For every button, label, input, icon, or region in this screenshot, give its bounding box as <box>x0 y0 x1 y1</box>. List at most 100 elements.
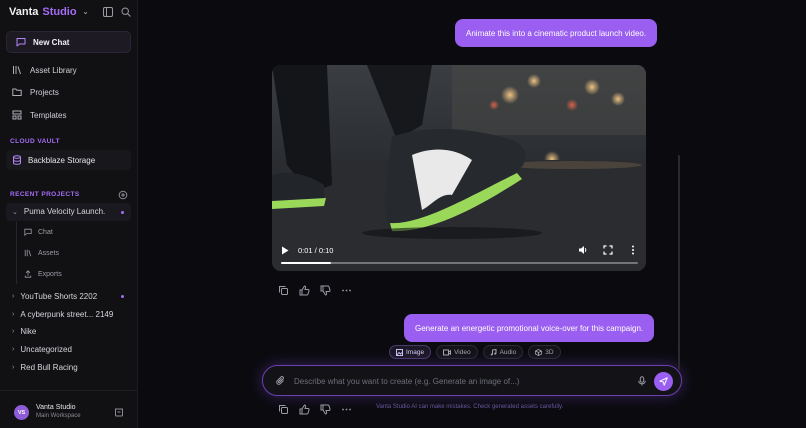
chevron-right-icon: › <box>12 311 15 318</box>
sub-item-label: Assets <box>38 249 60 257</box>
chip-image[interactable]: Image <box>389 345 432 359</box>
project-item[interactable]: › YouTube Shorts 2202 <box>12 292 97 301</box>
disclaimer-text: Vanta Studio AI can make mistakes. Check… <box>376 404 564 410</box>
library-icon <box>13 66 21 75</box>
brand-switcher[interactable]: Vanta Studio ⌄ <box>9 6 88 18</box>
fullscreen-icon[interactable] <box>603 245 613 255</box>
project-item[interactable]: › Uncategorized <box>12 345 72 354</box>
video-controls: 0:01 / 0:10 <box>280 243 638 265</box>
user-message-bubble: Generate an energetic promotional voice-… <box>404 314 655 342</box>
sub-item-label: Chat <box>38 228 53 236</box>
mode-chips: Image Video Audio 3D <box>389 345 561 359</box>
new-chat-label: New Chat <box>33 37 70 47</box>
chip-label: 3D <box>545 348 554 356</box>
message-text: Animate this into a cinematic product la… <box>466 28 647 38</box>
project-item[interactable]: › Nike <box>12 327 36 336</box>
recent-projects-heading: RECENT PROJECTS <box>10 191 80 198</box>
project-item[interactable]: › A cyberpunk street... 2149 <box>12 310 113 319</box>
send-button[interactable] <box>654 372 673 391</box>
prompt-input[interactable] <box>294 374 624 388</box>
vault-item-backblaze[interactable]: Backblaze Storage <box>6 150 131 170</box>
project-label: A cyberpunk street... 2149 <box>20 310 114 319</box>
chevron-down-icon: ⌄ <box>12 208 18 216</box>
thumbs-down-icon[interactable] <box>320 404 331 415</box>
project-label: Uncategorized <box>20 345 72 354</box>
vault-item-label: Backblaze Storage <box>28 155 96 165</box>
nav-projects[interactable]: Projects <box>12 87 59 97</box>
vault-icon[interactable] <box>114 407 124 417</box>
nav-label: Projects <box>30 87 59 97</box>
thumbs-down-icon[interactable] <box>320 285 331 296</box>
search-icon[interactable] <box>121 7 131 17</box>
cloud-vault-heading: CLOUD VAULT <box>10 138 61 145</box>
chevron-right-icon: › <box>12 328 15 335</box>
video-frame-image <box>272 65 646 271</box>
chip-label: Video <box>454 348 471 356</box>
chevron-down-icon: ⌄ <box>82 9 89 16</box>
play-icon[interactable] <box>281 246 289 255</box>
project-label: Puma Velocity Launch. <box>23 207 106 216</box>
workspace-name: Main Workspace <box>36 413 81 419</box>
message-actions <box>278 285 352 296</box>
brand-name-part2: Studio <box>42 6 77 18</box>
sub-item-assets[interactable]: Assets <box>24 249 59 257</box>
sub-item-label: Exports <box>38 270 62 278</box>
sidebar: Vanta Studio ⌄ New Chat Asset Library Pr… <box>0 0 138 428</box>
chip-audio[interactable]: Audio <box>482 345 524 359</box>
more-horizontal-icon[interactable] <box>341 285 352 296</box>
paperclip-icon[interactable] <box>276 376 286 386</box>
more-horizontal-icon[interactable] <box>341 404 352 415</box>
chevron-right-icon: › <box>12 293 15 300</box>
user-message-bubble: Animate this into a cinematic product la… <box>455 19 658 47</box>
nav-templates[interactable]: Templates <box>12 110 66 120</box>
chat-bubble-icon <box>24 228 32 236</box>
chat-scrollbar[interactable] <box>678 155 680 370</box>
nav-asset-library[interactable]: Asset Library <box>12 65 77 75</box>
video-progress-fill <box>281 262 331 264</box>
active-dot <box>121 211 124 214</box>
volume-icon[interactable] <box>578 245 588 255</box>
active-dot <box>121 295 124 298</box>
microphone-icon[interactable] <box>637 376 647 386</box>
project-item[interactable]: › Red Bull Racing <box>12 363 78 372</box>
chip-label: Audio <box>499 348 517 356</box>
chip-label: Image <box>406 348 425 356</box>
more-vertical-icon[interactable] <box>628 245 638 255</box>
video-player[interactable] <box>272 65 646 271</box>
library-icon <box>24 249 32 257</box>
chat-bubble-icon <box>16 38 26 47</box>
user-profile[interactable]: VS Vanta Studio Main Workspace <box>0 390 138 428</box>
image-icon <box>396 348 403 356</box>
brand-name-part1: Vanta <box>9 6 39 18</box>
chevron-right-icon: › <box>12 346 15 353</box>
upload-icon <box>24 270 32 278</box>
sub-item-exports[interactable]: Exports <box>24 270 62 278</box>
templates-icon <box>12 110 22 120</box>
avatar: VS <box>14 405 29 420</box>
chip-video[interactable]: Video <box>436 345 478 359</box>
video-time: 0:01 / 0:10 <box>298 246 334 255</box>
chevron-right-icon: › <box>12 364 15 371</box>
sub-item-chat[interactable]: Chat <box>24 228 53 236</box>
message-text: Generate an energetic promotional voice-… <box>415 323 644 333</box>
music-icon <box>490 348 497 355</box>
prompt-bar <box>262 365 682 396</box>
folder-icon <box>12 88 22 96</box>
add-project-icon[interactable] <box>118 190 128 200</box>
project-item-puma[interactable]: ⌄ Puma Velocity Launch. <box>12 207 105 216</box>
video-progress-bar[interactable] <box>281 262 638 264</box>
new-chat-button[interactable]: New Chat <box>6 31 131 53</box>
nav-label: Templates <box>30 110 67 120</box>
chip-3d[interactable]: 3D <box>528 345 561 359</box>
cube-icon <box>535 348 543 356</box>
nav-label: Asset Library <box>30 65 77 75</box>
message-actions <box>278 404 352 415</box>
sidebar-toggle-icon[interactable] <box>103 7 113 17</box>
copy-icon[interactable] <box>278 285 289 296</box>
thumbs-up-icon[interactable] <box>299 285 310 296</box>
project-label: YouTube Shorts 2202 <box>20 292 98 301</box>
database-icon <box>13 155 21 165</box>
copy-icon[interactable] <box>278 404 289 415</box>
thumbs-up-icon[interactable] <box>299 404 310 415</box>
send-icon <box>659 377 668 386</box>
